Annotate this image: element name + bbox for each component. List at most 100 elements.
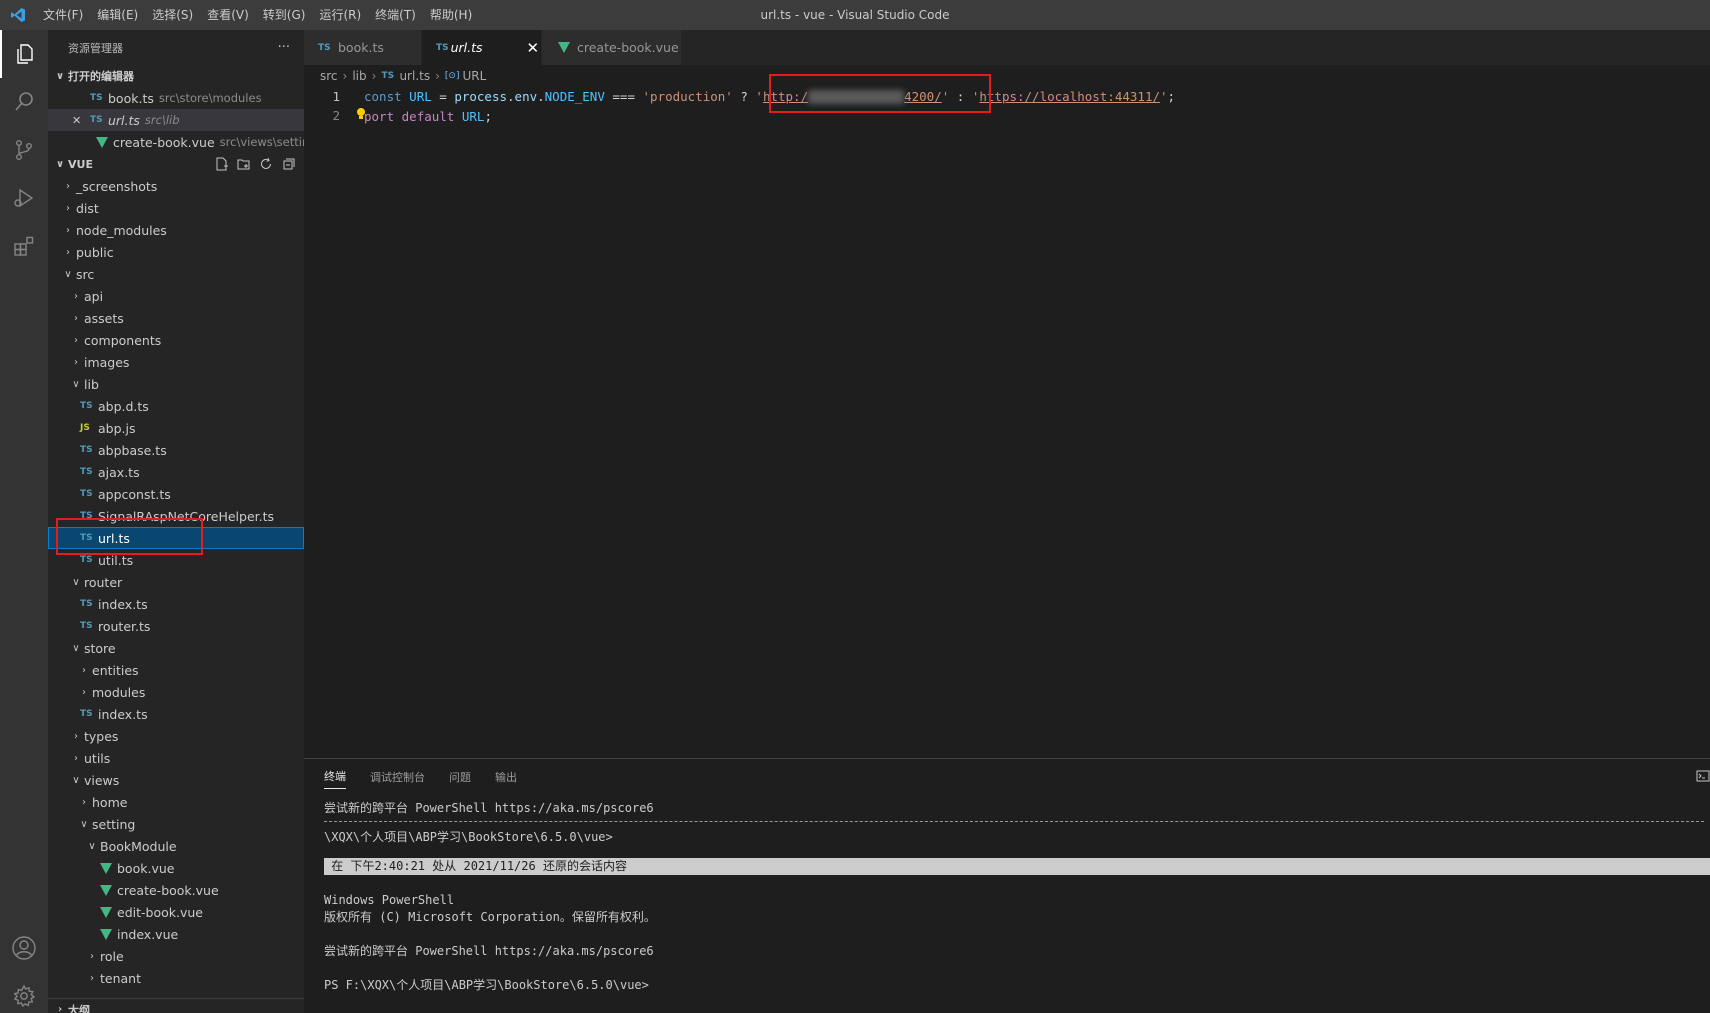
open-editor-item[interactable]: create-book.vue src\views\settin...	[48, 131, 304, 153]
tree-folder[interactable]: › api	[48, 285, 304, 307]
bottom-panel: 终端 调试控制台 问题 输出 尝试新的跨平台 PowerShell https:…	[304, 758, 1710, 1013]
open-editors-header[interactable]: ∨ 打开的编辑器	[48, 65, 304, 87]
tree-file[interactable]: TS appconst.ts	[48, 483, 304, 505]
more-actions-button[interactable]: ···	[278, 40, 290, 55]
menu-selection[interactable]: 选择(S)	[145, 0, 200, 30]
breadcrumb: src › lib › TS url.ts › [⊙] URL	[304, 65, 1710, 87]
tree-folder[interactable]: ∨ src	[48, 263, 304, 285]
menu-terminal[interactable]: 终端(T)	[368, 0, 423, 30]
tree-folder[interactable]: ∨ BookModule	[48, 835, 304, 857]
extensions-icon[interactable]	[0, 222, 48, 270]
terminal-icon[interactable]	[1696, 769, 1710, 786]
terminal-output[interactable]: 尝试新的跨平台 PowerShell https://aka.ms/pscore…	[304, 794, 1710, 994]
code-line[interactable]: 1 const URL = process.env.NODE_ENV === '…	[304, 87, 1710, 106]
tree-folder[interactable]: › types	[48, 725, 304, 747]
tree-file[interactable]: create-book.vue	[48, 879, 304, 901]
close-tab-button[interactable]: ✕	[527, 39, 540, 57]
tree-folder[interactable]: › role	[48, 945, 304, 967]
tab-terminal[interactable]: 终端	[324, 768, 346, 789]
new-folder-icon[interactable]	[236, 156, 252, 172]
code-editor[interactable]: 1 const URL = process.env.NODE_ENV === '…	[304, 87, 1710, 125]
tree-file[interactable]: TS abpbase.ts	[48, 439, 304, 461]
explorer-title: 资源管理器	[68, 41, 123, 55]
account-icon[interactable]	[0, 924, 48, 972]
tab-book-ts[interactable]: TS book.ts	[304, 30, 422, 65]
chevron-down-icon: ∨	[55, 70, 65, 82]
tree-folder[interactable]: › tenant	[48, 967, 304, 989]
tab-problems[interactable]: 问题	[449, 769, 471, 785]
breadcrumb-item[interactable]: src	[320, 69, 338, 83]
open-editor-path: src\store\modules	[158, 91, 262, 105]
run-debug-icon[interactable]	[0, 174, 48, 222]
tree-folder[interactable]: › images	[48, 351, 304, 373]
tree-file[interactable]: TS index.ts	[48, 593, 304, 615]
tree-item-label: index.ts	[98, 596, 148, 612]
terminal-prompt: PS F:\XQX\个人项目\ABP学习\BookStore\6.5.0\vue…	[324, 978, 649, 992]
breadcrumb-item[interactable]: URL	[463, 69, 487, 83]
open-editor-item[interactable]: ✕ TS url.ts src\lib	[48, 109, 304, 131]
tab-url-ts[interactable]: TS url.ts ✕	[422, 30, 542, 65]
tree-item-label: home	[92, 794, 128, 810]
breadcrumb-item[interactable]: lib	[352, 69, 366, 83]
breadcrumb-item[interactable]: url.ts	[399, 69, 430, 83]
tree-folder[interactable]: › home	[48, 791, 304, 813]
terminal-line: \XQX\个人项目\ABP学习\BookStore\6.5.0\vue>	[324, 830, 613, 844]
tab-output[interactable]: 输出	[495, 769, 517, 785]
menu-view[interactable]: 查看(V)	[200, 0, 256, 30]
collapse-all-icon[interactable]	[280, 156, 296, 172]
tree-folder[interactable]: › entities	[48, 659, 304, 681]
tree-folder[interactable]: ∨ lib	[48, 373, 304, 395]
open-editor-item[interactable]: TS book.ts src\store\modules	[48, 87, 304, 109]
tree-file[interactable]: index.vue	[48, 923, 304, 945]
menu-help[interactable]: 帮助(H)	[423, 0, 479, 30]
chevron-right-icon: ›	[57, 1004, 63, 1013]
tree-item-label: api	[84, 288, 104, 304]
outline-header[interactable]: › 大纲	[48, 998, 304, 1013]
tree-file[interactable]: TS abp.d.ts	[48, 395, 304, 417]
tree-file[interactable]: TS index.ts	[48, 703, 304, 725]
typescript-file-icon: TS	[90, 93, 103, 103]
menu-file[interactable]: 文件(F)	[36, 0, 90, 30]
gear-icon[interactable]	[0, 972, 48, 1013]
source-control-icon[interactable]	[0, 126, 48, 174]
tab-create-book-vue[interactable]: create-book.vue	[542, 30, 682, 65]
tree-folder[interactable]: › node_modules	[48, 219, 304, 241]
tree-file[interactable]: TS ajax.ts	[48, 461, 304, 483]
tree-folder[interactable]: › dist	[48, 197, 304, 219]
tree-folder[interactable]: › _screenshots	[48, 175, 304, 197]
tree-file[interactable]: JS abp.js	[48, 417, 304, 439]
new-file-icon[interactable]	[214, 156, 230, 172]
tree-folder[interactable]: › utils	[48, 747, 304, 769]
file-tree: › _screenshots › dist › node_modules › publi…	[48, 175, 304, 989]
tree-folder[interactable]: › components	[48, 329, 304, 351]
tab-debug-console[interactable]: 调试控制台	[370, 769, 425, 785]
workspace-header[interactable]: ∨ VUE	[48, 153, 304, 175]
tree-file[interactable]: edit-book.vue	[48, 901, 304, 923]
tree-file[interactable]: book.vue	[48, 857, 304, 879]
tree-item-label: abp.js	[98, 420, 136, 436]
explorer-icon[interactable]	[0, 30, 48, 78]
tree-folder[interactable]: ∨ views	[48, 769, 304, 791]
menu-edit[interactable]: 编辑(E)	[90, 0, 145, 30]
tree-file[interactable]: TS router.ts	[48, 615, 304, 637]
menu-go[interactable]: 转到(G)	[256, 0, 313, 30]
tree-item-label: tenant	[100, 970, 141, 986]
tree-item-label: _screenshots	[76, 178, 158, 194]
close-editor-button[interactable]: ✕	[72, 114, 90, 127]
vue-file-icon	[558, 42, 570, 53]
vue-file-icon	[96, 136, 108, 148]
tree-folder[interactable]: › assets	[48, 307, 304, 329]
tree-folder[interactable]: ∨ store	[48, 637, 304, 659]
tree-folder[interactable]: › public	[48, 241, 304, 263]
code-line[interactable]: 2 port default URL;	[304, 106, 1710, 125]
tree-folder[interactable]: ∨ setting	[48, 813, 304, 835]
tree-folder[interactable]: › modules	[48, 681, 304, 703]
lightbulb-icon[interactable]	[356, 107, 365, 124]
refresh-icon[interactable]	[258, 156, 274, 172]
search-icon[interactable]	[0, 78, 48, 126]
line-number: 1	[332, 89, 340, 104]
tab-label: url.ts	[450, 40, 483, 55]
tree-folder[interactable]: ∨ router	[48, 571, 304, 593]
menu-run[interactable]: 运行(R)	[312, 0, 368, 30]
tree-item-label: types	[84, 728, 119, 744]
